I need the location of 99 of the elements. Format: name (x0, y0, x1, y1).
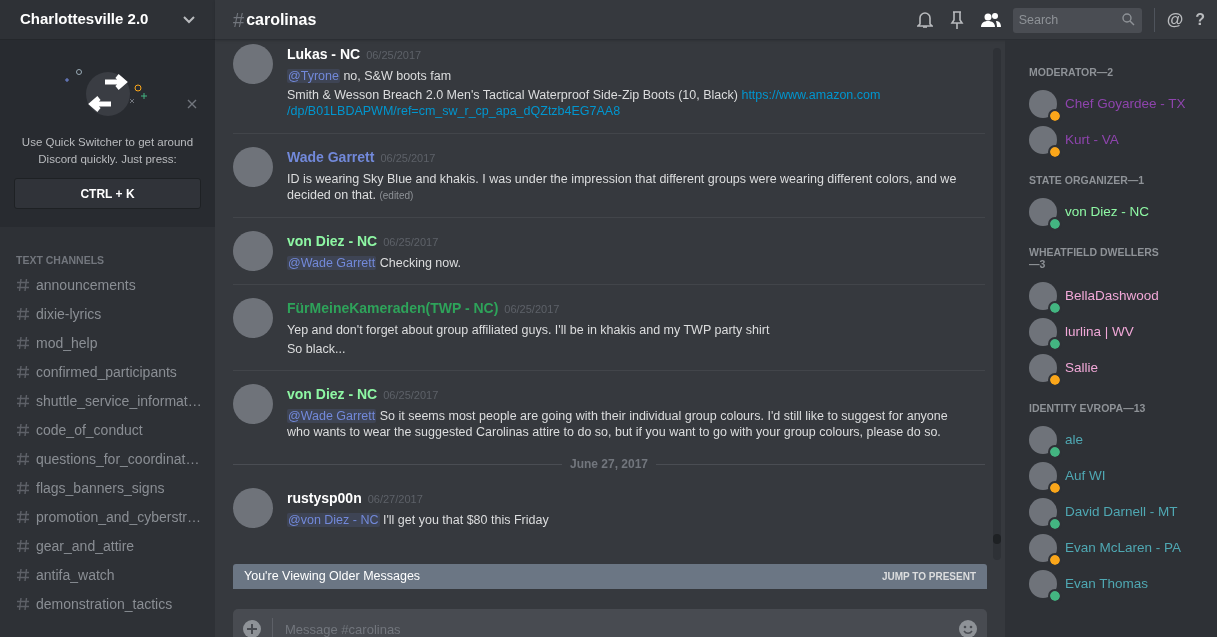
hash-icon (16, 336, 30, 351)
channel-item[interactable]: mod_help (8, 328, 207, 358)
hash-icon (16, 568, 30, 583)
scrollbar[interactable] (993, 48, 1001, 560)
member-name[interactable]: Auf WI (1065, 465, 1106, 487)
hash-icon (16, 452, 30, 467)
hash-symbol: # (233, 7, 245, 33)
avatar (233, 147, 273, 187)
avatar (1029, 354, 1057, 382)
member-name[interactable]: Sallie (1065, 357, 1099, 379)
hash-icon (16, 510, 30, 525)
hash-icon (16, 481, 30, 496)
member-name[interactable]: Chef Goyardee - TX (1065, 93, 1186, 115)
channel-item[interactable]: gear_and_attire (8, 531, 207, 561)
message-text: ID is wearing Sky Blue and khakis. I was under the impression that different groups were wearing different colors, and we decided on that. (edited) (287, 171, 958, 204)
date-divider: June 27, 2017 (568, 456, 650, 473)
avatar (1029, 570, 1057, 598)
role-heading: MODERATOR—2 (1029, 66, 1115, 78)
message-text: @Wade Garrett Checking now. (287, 255, 463, 271)
user-mention[interactable]: @Wade Garrett (287, 256, 377, 270)
hash-icon (16, 597, 30, 612)
channel-item[interactable]: demonstration_tactics (8, 589, 207, 619)
user-mention[interactable]: @Tyrone (287, 69, 340, 83)
member-name[interactable]: lurlina | WV (1065, 321, 1134, 343)
server-name: Charlottesville 2.0 (20, 9, 149, 30)
member-name[interactable]: von Diez - NC (1065, 201, 1150, 223)
avatar (1029, 90, 1057, 118)
member-name[interactable]: Evan McLaren - PA (1065, 537, 1182, 559)
avatar (1029, 198, 1057, 226)
section-heading: TEXT CHANNELS (15, 253, 106, 268)
help-button[interactable]: ? (1195, 7, 1205, 32)
search-field[interactable]: Search (1012, 7, 1142, 33)
shortcut-key: CTRL + K (14, 178, 201, 209)
avatar (1029, 282, 1057, 310)
message-text: @Tyrone no, S&W boots fam (287, 68, 453, 84)
hash-icon (16, 394, 30, 409)
message-text: @Wade Garrett So it seems most people are going with their individual group colours. I'd still like to suggest for anyone who wants to wear the suggested Carolinas attire to do so, but if you want to go with your group colours, please do so. (287, 408, 949, 440)
username[interactable]: Lukas - NC (287, 44, 361, 65)
username[interactable]: Wade Garrett (287, 147, 375, 168)
channel-item[interactable]: code_of_conduct (8, 415, 207, 445)
bell-icon[interactable] (916, 10, 933, 29)
mentions-button[interactable]: @ (1166, 6, 1184, 33)
member-name[interactable]: Evan Thomas (1065, 573, 1149, 595)
avatar (1029, 318, 1057, 346)
role-heading: WHEATFIELD DWELLERS—3 (1029, 246, 1160, 270)
channel-item[interactable]: shuttle_service_informat… (8, 386, 207, 416)
channel-item[interactable]: confirmed_participants (8, 357, 207, 387)
close-icon[interactable] (187, 99, 197, 109)
channel-title: carolinas (246, 9, 317, 30)
username[interactable]: FürMeineKameraden(TWP - NC) (287, 298, 499, 319)
member-name[interactable]: David Darnell - MT (1065, 501, 1178, 523)
hash-icon (16, 539, 30, 554)
avatar (1029, 534, 1057, 562)
members-icon[interactable] (980, 11, 1001, 28)
avatar (1029, 426, 1057, 454)
message-text: @von Diez - NC I'll get you that $80 this Friday (287, 512, 550, 528)
chevron-down-icon (183, 15, 195, 24)
hash-icon (16, 307, 30, 322)
channel-item[interactable]: questions_for_coordinat… (8, 444, 207, 474)
avatar (233, 488, 273, 528)
quick-switcher-hint: Use Quick Switcher to get around Discord quickly. Just press: (20, 135, 195, 167)
member-name[interactable]: ale (1065, 429, 1083, 451)
channel-item[interactable]: antifa_watch (8, 560, 207, 590)
hash-icon (16, 423, 30, 438)
avatar (233, 298, 273, 338)
role-heading: STATE ORGANIZER—1 (1029, 174, 1146, 186)
member-name[interactable]: BellaDashwood (1065, 285, 1159, 307)
jump-to-present-link[interactable]: JUMP TO PRESENT (881, 569, 976, 584)
avatar (233, 44, 273, 84)
avatar (1029, 126, 1057, 154)
avatar (233, 384, 273, 424)
username[interactable]: von Diez - NC (287, 231, 378, 252)
server-header[interactable]: Charlottesville 2.0 (0, 0, 215, 40)
channel-item[interactable]: announcements (8, 270, 207, 300)
hash-icon (16, 278, 30, 293)
channel-item[interactable]: promotion_and_cyberstr… (8, 502, 207, 532)
edited-tag: (edited) (379, 190, 414, 201)
pin-icon[interactable] (949, 10, 964, 29)
user-mention[interactable]: @Wade Garrett (287, 409, 377, 423)
plus-icon[interactable] (243, 620, 261, 637)
older-messages-notice: You're Viewing Older Messages (244, 568, 421, 586)
hash-icon (16, 365, 30, 380)
link[interactable]: https://www.amazon.com (741, 88, 881, 102)
message-text: Yep and don't forget about group affiliated guys. I'll be in khakis and my TWP party shirt (287, 322, 771, 338)
avatar (1029, 498, 1057, 526)
message-text: So black... (287, 341, 347, 357)
avatar (1029, 462, 1057, 490)
channel-item[interactable]: flags_banners_signs (8, 473, 207, 503)
link[interactable]: /dp/B01LBDAPWM/ref=cm_sw_r_cp_apa_dQZtzb4EG7AA8 (287, 104, 621, 118)
user-mention[interactable]: @von Diez - NC (287, 513, 380, 527)
username[interactable]: von Diez - NC (287, 384, 378, 405)
channel-item[interactable]: dixie-lyrics (8, 299, 207, 329)
username[interactable]: rustysp00n (287, 488, 362, 509)
search-icon (1121, 13, 1135, 26)
message-text: Smith & Wesson Breach 2.0 Men's Tactical Waterproof Side-Zip Boots (10, Black) https://www.amazon.com /dp/B01LBDAPWM/ref=cm_sw_r_cp_apa_dQZtzb4EG7AA8 (287, 87, 882, 119)
role-heading: IDENTITY EVROPA—13 (1029, 402, 1147, 414)
emoji-icon[interactable] (959, 620, 977, 637)
member-name[interactable]: Kurt - VA (1065, 129, 1119, 151)
avatar (233, 231, 273, 271)
